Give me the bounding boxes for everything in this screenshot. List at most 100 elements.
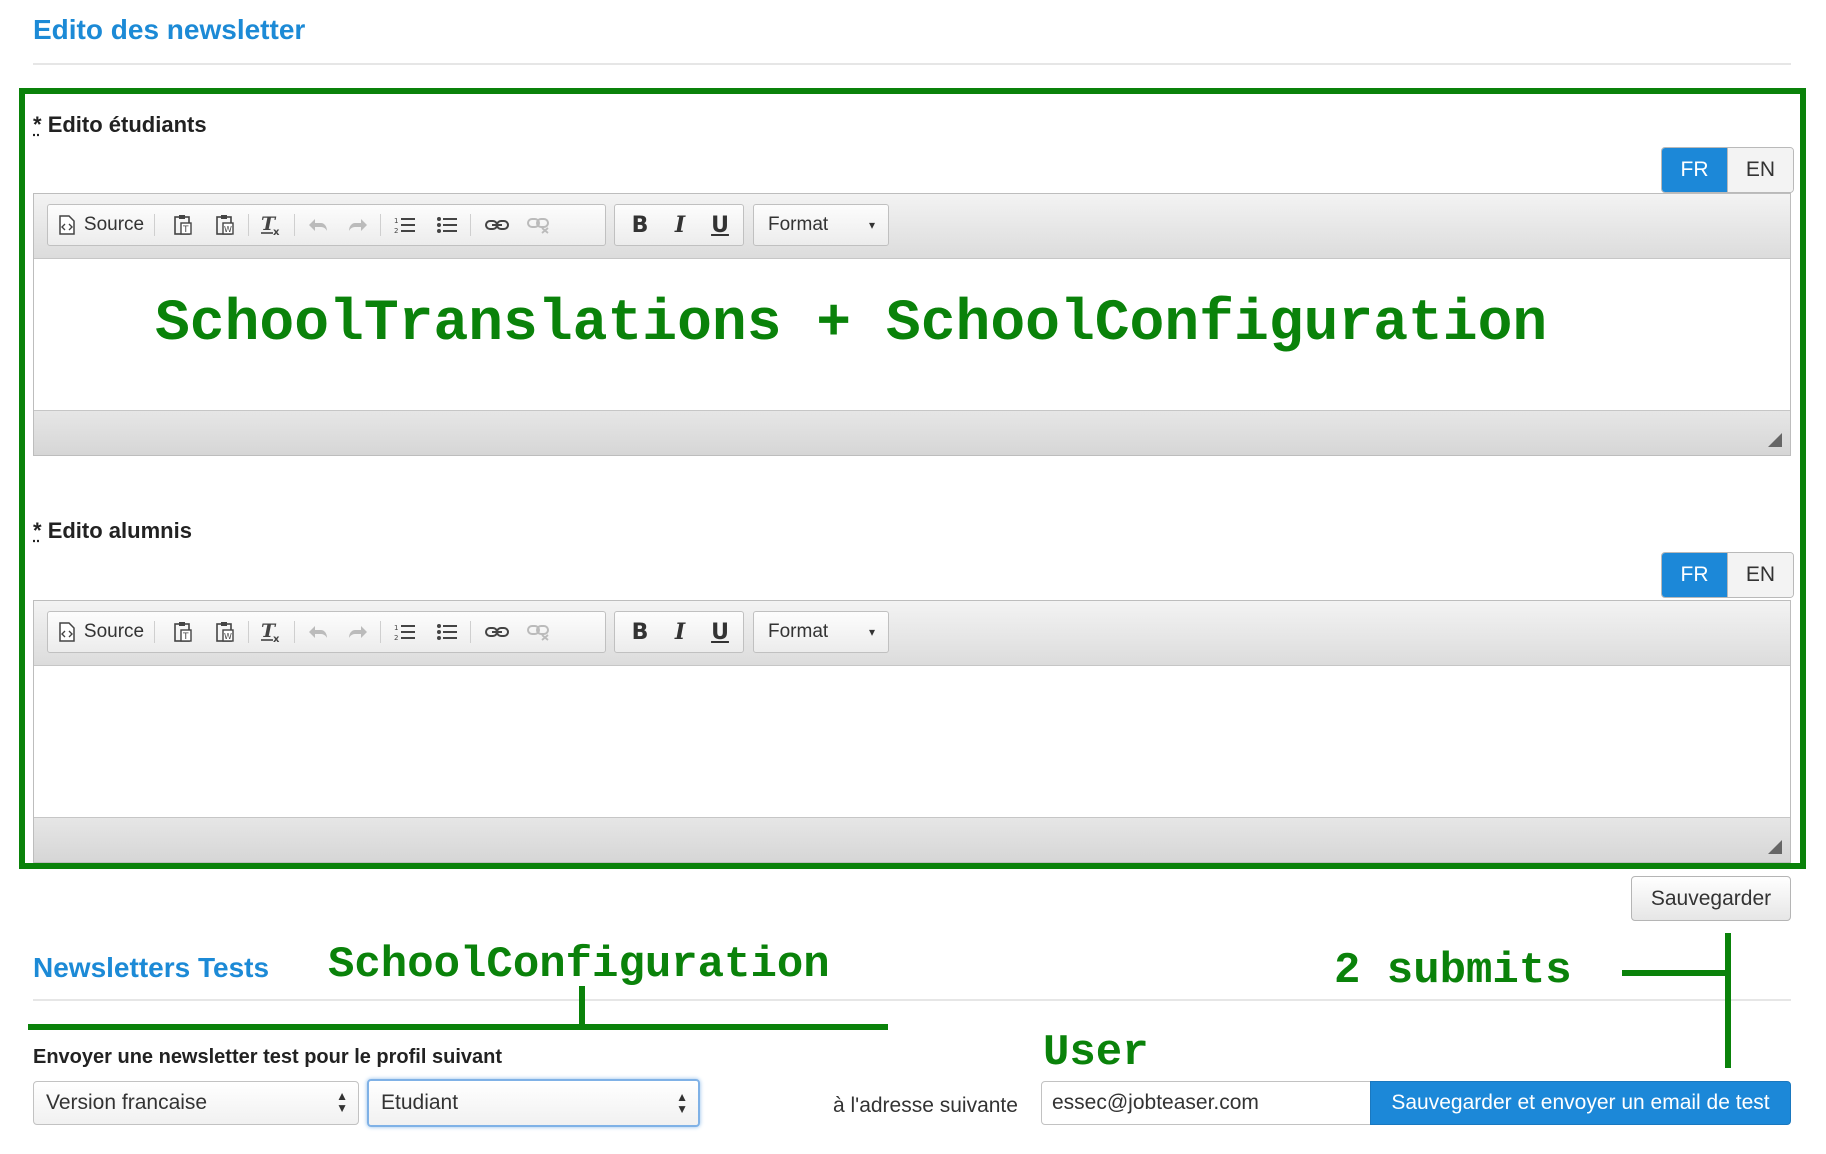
lang-en-button[interactable]: EN <box>1727 553 1793 597</box>
toolbar-group-main: Source T W Tx 12 <box>47 204 606 246</box>
editor-content-area[interactable] <box>34 666 1790 818</box>
version-select[interactable]: Version francaise ▲ ▼ <box>33 1081 359 1125</box>
edito-alumnis-label: * Edito alumnis <box>33 518 192 544</box>
save-button[interactable]: Sauvegarder <box>1631 876 1791 921</box>
paste-word-button[interactable]: W <box>208 205 242 245</box>
source-button[interactable]: Source <box>56 612 146 652</box>
numbered-list-icon: 12 <box>394 217 415 235</box>
resize-handle-icon[interactable] <box>1768 840 1782 854</box>
save-and-send-test-button[interactable]: Sauvegarder et envoyer un email de test <box>1370 1081 1791 1125</box>
svg-text:x: x <box>273 634 280 643</box>
italic-button[interactable]: I <box>661 205 699 245</box>
underline-icon: U <box>711 212 729 238</box>
paste-text-button[interactable]: T <box>166 205 200 245</box>
paste-text-icon: T <box>174 215 192 235</box>
unlink-button[interactable] <box>520 205 558 245</box>
undo-button[interactable] <box>302 612 334 652</box>
paste-text-button[interactable]: T <box>166 612 200 652</box>
link-button[interactable] <box>478 205 516 245</box>
numbered-list-button[interactable]: 12 <box>388 612 422 652</box>
editor-status-bar <box>34 818 1790 862</box>
toolbar-separator <box>470 621 471 643</box>
toolbar-separator <box>248 214 249 236</box>
edito-etudiants-label: * Edito étudiants <box>33 112 207 138</box>
toolbar-separator <box>294 214 295 236</box>
redo-button[interactable] <box>342 205 374 245</box>
toolbar-separator <box>154 214 155 236</box>
numbered-list-button[interactable]: 12 <box>388 205 422 245</box>
remove-format-icon: Tx <box>261 621 280 643</box>
bulleted-list-icon <box>437 217 457 233</box>
lang-switch-alumnis: FR EN <box>1661 552 1794 598</box>
annotation-bracket-horizontal <box>28 1024 888 1030</box>
toolbar-group-style: B I U <box>614 204 744 246</box>
unlink-button[interactable] <box>520 612 558 652</box>
underline-icon: U <box>711 619 729 645</box>
edito-alumnis-label-text: Edito alumnis <box>47 518 192 543</box>
bold-button[interactable]: B <box>621 612 659 652</box>
paste-word-icon: W <box>216 215 234 235</box>
link-icon <box>485 627 509 637</box>
source-label: Source <box>83 621 145 642</box>
edito-etudiants-label-text: Edito étudiants <box>47 112 207 137</box>
email-input-value: essec@jobteaser.com <box>1052 1091 1259 1114</box>
bold-button[interactable]: B <box>621 205 659 245</box>
rich-text-editor-alumnis: Source T W Tx 12 B I U Format ▾ <box>33 600 1791 863</box>
svg-text:T: T <box>182 632 189 642</box>
annotation-connector-horizontal <box>1622 970 1730 976</box>
remove-format-button[interactable]: Tx <box>254 612 288 652</box>
profile-select[interactable]: Etudiant ▲ ▼ <box>367 1079 700 1127</box>
format-dropdown[interactable]: Format ▾ <box>753 611 889 653</box>
link-button[interactable] <box>478 612 516 652</box>
bulleted-list-icon <box>437 624 457 640</box>
toolbar-separator <box>294 621 295 643</box>
remove-format-icon: Tx <box>261 214 280 236</box>
lang-switch-etudiants: FR EN <box>1661 147 1794 193</box>
paste-word-button[interactable]: W <box>208 612 242 652</box>
link-icon <box>485 220 509 230</box>
version-select-value: Version francaise <box>46 1091 208 1114</box>
bulleted-list-button[interactable] <box>430 205 464 245</box>
format-label: Format <box>768 214 829 235</box>
lang-fr-button[interactable]: FR <box>1662 553 1727 597</box>
redo-button[interactable] <box>342 612 374 652</box>
bold-icon: B <box>631 212 649 238</box>
dropdown-caret-icon: ▾ <box>868 625 876 639</box>
toolbar-separator <box>248 621 249 643</box>
lang-en-button[interactable]: EN <box>1727 148 1793 192</box>
underline-button[interactable]: U <box>701 612 739 652</box>
format-dropdown[interactable]: Format ▾ <box>753 204 889 246</box>
annotation-user: User <box>1043 1028 1149 1078</box>
svg-text:W: W <box>224 632 232 641</box>
svg-text:2: 2 <box>394 227 398 235</box>
lang-fr-button[interactable]: FR <box>1662 148 1727 192</box>
editor-status-bar <box>34 411 1790 455</box>
bulleted-list-button[interactable] <box>430 612 464 652</box>
select-arrows-icon: ▲ ▼ <box>336 1089 348 1115</box>
email-input[interactable]: essec@jobteaser.com <box>1041 1081 1371 1125</box>
italic-icon: I <box>674 619 686 645</box>
svg-text:x: x <box>273 227 280 236</box>
svg-text:1: 1 <box>394 624 398 632</box>
paste-word-icon: W <box>216 622 234 642</box>
profile-label: Envoyer une newsletter test pour le prof… <box>33 1046 502 1068</box>
svg-text:W: W <box>224 225 232 234</box>
source-label: Source <box>83 214 145 235</box>
svg-text:2: 2 <box>394 634 398 642</box>
toolbar-separator <box>154 621 155 643</box>
toolbar-separator <box>380 214 381 236</box>
resize-handle-icon[interactable] <box>1768 433 1782 447</box>
italic-button[interactable]: I <box>661 612 699 652</box>
annotation-connector-vertical <box>1725 933 1731 1068</box>
tests-section-title: Newsletters Tests <box>33 952 270 983</box>
source-button[interactable]: Source <box>56 205 146 245</box>
remove-format-button[interactable]: Tx <box>254 205 288 245</box>
dropdown-caret-icon: ▾ <box>868 218 876 232</box>
paste-text-icon: T <box>174 622 192 642</box>
undo-button[interactable] <box>302 205 334 245</box>
address-label: à l'adresse suivante <box>833 1094 1018 1117</box>
profile-select-value: Etudiant <box>381 1091 459 1114</box>
redo-icon <box>349 626 367 638</box>
unlink-icon <box>527 625 549 641</box>
underline-button[interactable]: U <box>701 205 739 245</box>
